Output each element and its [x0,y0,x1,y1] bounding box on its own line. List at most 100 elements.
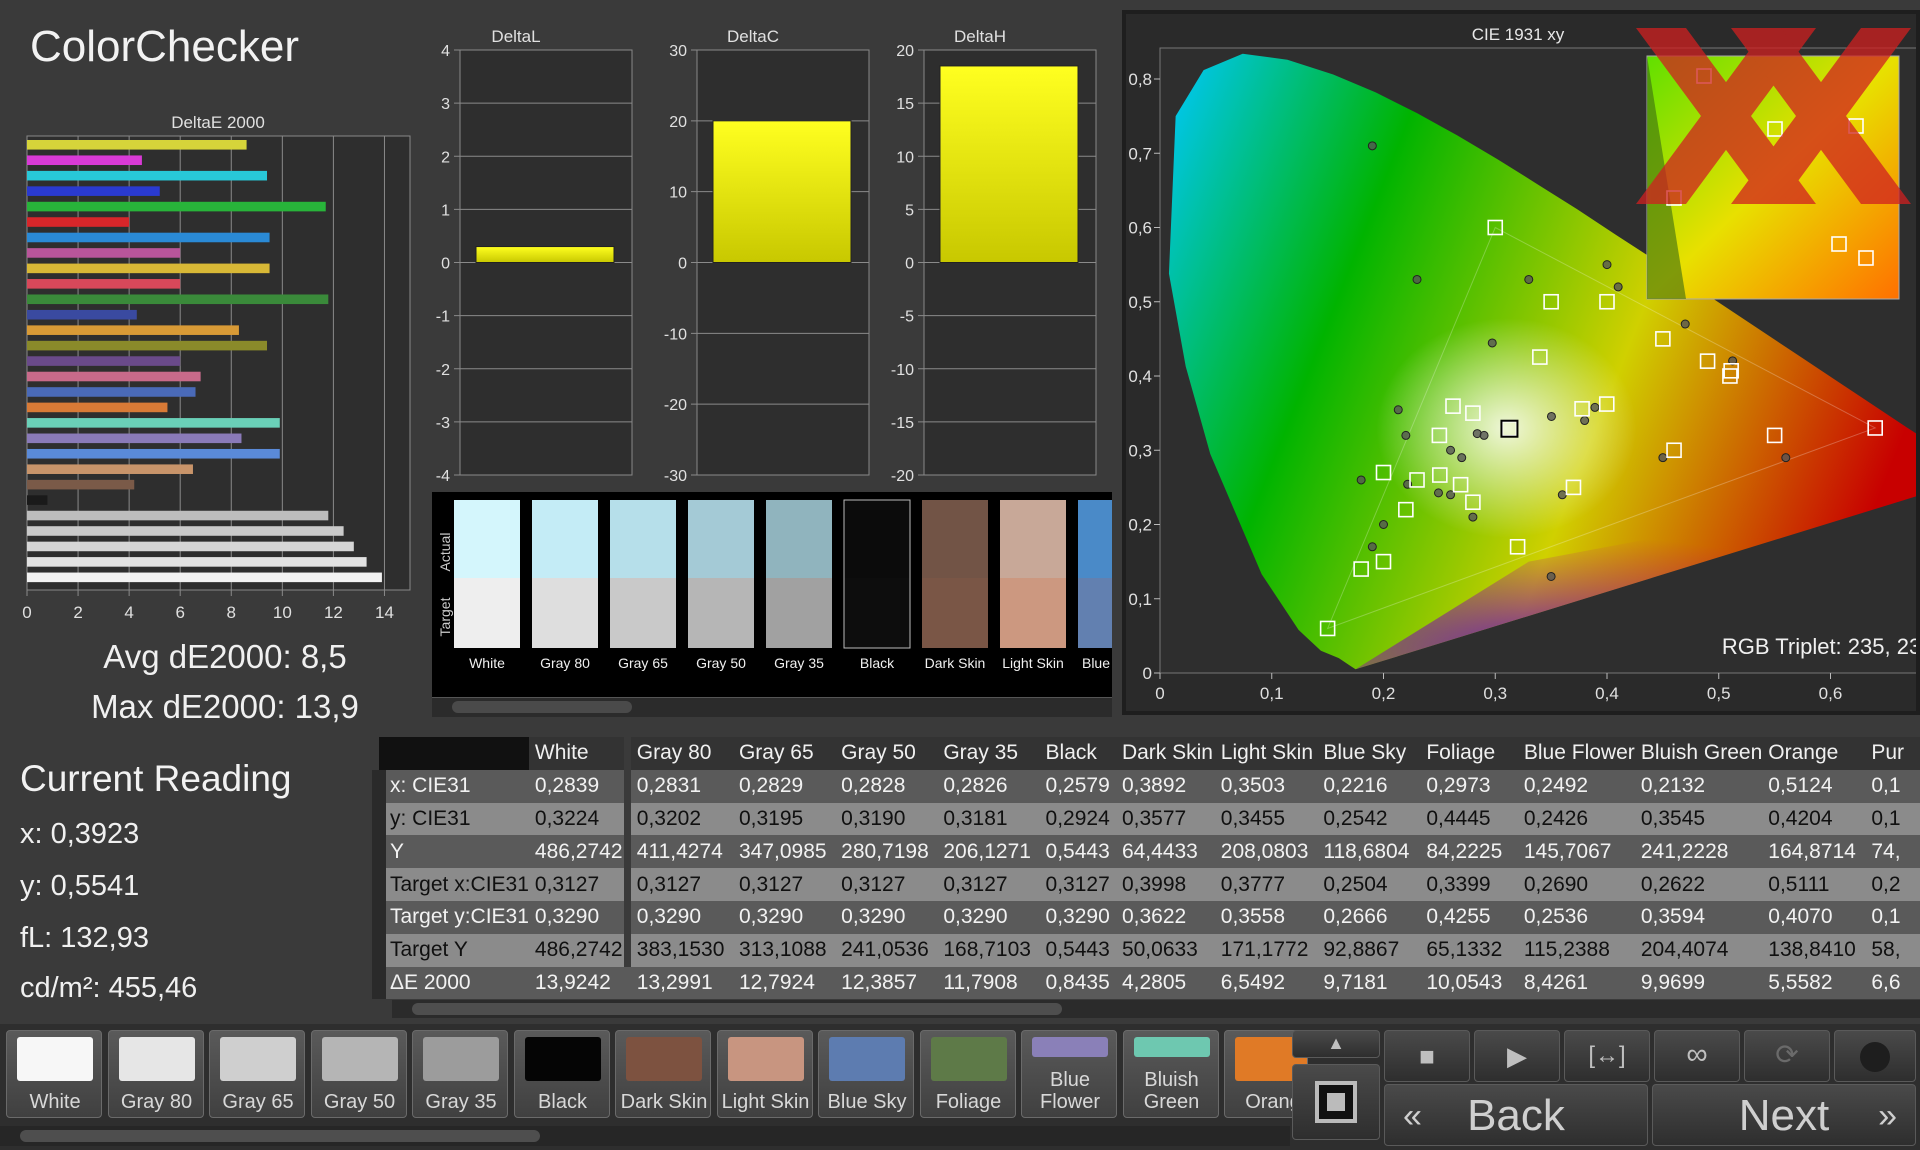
deltae-bar [27,572,382,583]
table-cell: 0,3127 [841,872,906,896]
cie-y-tick-label: 0,8 [1128,70,1152,89]
patch-button[interactable]: Black [513,1030,610,1118]
loop-icon: ∞ [1686,1038,1708,1071]
record-button[interactable] [1834,1030,1916,1082]
table-cell: 347,0985 [738,839,827,863]
scroll-thumb[interactable] [412,1003,1062,1015]
table-cell: 0,2831 [636,774,702,798]
next-button[interactable]: Next » [1652,1084,1916,1146]
delta-chart-title: DeltaC [727,27,779,46]
deltae-bar [27,140,247,150]
table-cell: 6,6 [1871,970,1901,994]
refresh-icon: ⟳ [1775,1039,1799,1070]
measured-point [1602,260,1612,270]
patch-button[interactable]: Gray 65 [209,1030,305,1118]
stop-icon [1315,1081,1357,1123]
table-cell: 0,2829 [738,774,804,798]
swatch-target [688,578,754,648]
patch-scrollbar[interactable] [0,1126,1290,1146]
row-label: Target y:CIE31 [372,900,529,934]
table-cell: 0,3127 [534,872,600,896]
patch-swatch [829,1037,905,1081]
patch-button[interactable]: Blue Sky [818,1030,914,1118]
scroll-thumb[interactable] [20,1130,540,1142]
table-cell: 0,3224 [534,806,600,830]
patch-swatch [423,1037,499,1081]
table-cell: 0,2426 [1523,806,1589,830]
patch-button[interactable]: White [6,1030,102,1118]
patch-button[interactable]: Blue Flower [1021,1030,1117,1118]
measured-point [1658,453,1668,463]
swatch-target [1078,578,1114,648]
table-cell: 50,0633 [1121,938,1198,962]
table-cell: 9,9699 [1640,970,1706,994]
measured-point [1457,453,1467,463]
table-cell: 6,5492 [1220,970,1286,994]
swatch-actual [1000,500,1066,578]
deltae-bar [27,557,367,567]
avg-de-readout: Avg dE2000: 8,5 [103,638,347,675]
loop-button[interactable]: ∞ [1654,1030,1740,1082]
patch-button[interactable]: Bluish Green [1122,1030,1219,1118]
refresh-button[interactable]: ⟳ [1744,1030,1830,1082]
column-header: Orange [1768,741,1839,765]
patch-button[interactable]: Gray 80 [107,1030,204,1118]
swatch-name: Gray 80 [540,655,590,671]
back-button[interactable]: « Back [1384,1084,1648,1146]
swatch-target [454,578,520,648]
table-cell: 0,4204 [1768,806,1833,830]
patch-button[interactable]: Gray 35 [412,1030,508,1118]
delta-tick-label: -30 [664,468,687,485]
patch-swatch [1133,1037,1210,1057]
patch-button[interactable]: Dark Skin [615,1030,711,1118]
deltae-title: DeltaE 2000 [171,113,265,132]
scroll-thumb[interactable] [452,701,632,713]
swatch-name: Blue [1082,655,1110,671]
stop-big-button[interactable] [1292,1064,1380,1140]
chevron-right-icon: » [1878,1097,1897,1135]
deltae-bar [27,371,201,382]
deltae-bar [27,217,130,227]
patch-button[interactable]: Light Skin [716,1030,813,1118]
column-header: Blue Flower [1523,741,1635,765]
stop-button[interactable]: ■ [1384,1030,1470,1082]
column-header: Gray 50 [841,741,916,765]
swatch-actual [844,500,910,578]
delta-tick-label: 0 [905,256,914,273]
cie-x-tick-label: 0,2 [1372,684,1396,703]
table-cell: 208,0803 [1220,839,1309,863]
swatch-strip-scrollbar[interactable] [432,697,1112,717]
table-cell: 0,2924 [1045,806,1110,830]
swatch-strip: Actual Target White Gray 80 Gray 65 Gray 50 Gr… [432,492,1114,697]
table-cell: 0,1 [1871,774,1901,798]
eject-button[interactable]: ▲ [1292,1030,1380,1058]
current-reading-title: Current Reading [20,758,292,799]
play-button[interactable]: ▶ [1474,1030,1560,1082]
swatch-name: Gray 35 [774,655,824,671]
current-x: x: 0,3923 [20,818,140,850]
delta-tick-label: 30 [669,43,687,60]
measured-point [1367,542,1377,552]
delta-tick-label: 10 [669,185,687,202]
table-scrollbar[interactable] [392,1000,1920,1018]
table-cell: 115,2388 [1523,938,1610,962]
row-label: Y [372,835,529,869]
swatch-actual [610,500,676,578]
measured-point [1393,405,1403,415]
table-cell: 204,4074 [1640,938,1729,962]
table-cell: 0,3558 [1220,905,1286,929]
measured-point [1524,274,1534,284]
table-cell: 0,2492 [1523,774,1589,798]
swatch-name: Light Skin [1002,655,1063,671]
swatch-name: White [469,655,505,671]
step-button[interactable]: [↔] [1564,1030,1650,1082]
measured-point [1446,445,1456,455]
deltae-bar [27,170,268,181]
table-cell: 0,3290 [841,905,906,929]
table-cell: 0,3503 [1220,774,1286,798]
patch-button[interactable]: Foliage [919,1030,1016,1118]
swatch-strip-graphic: Actual Target White Gray 80 Gray 65 Gray 50 Gr… [437,499,1114,671]
patch-button[interactable]: Gray 50 [310,1030,407,1118]
patch-swatch [727,1037,804,1081]
patch-label: Blue Sky [827,1091,907,1113]
